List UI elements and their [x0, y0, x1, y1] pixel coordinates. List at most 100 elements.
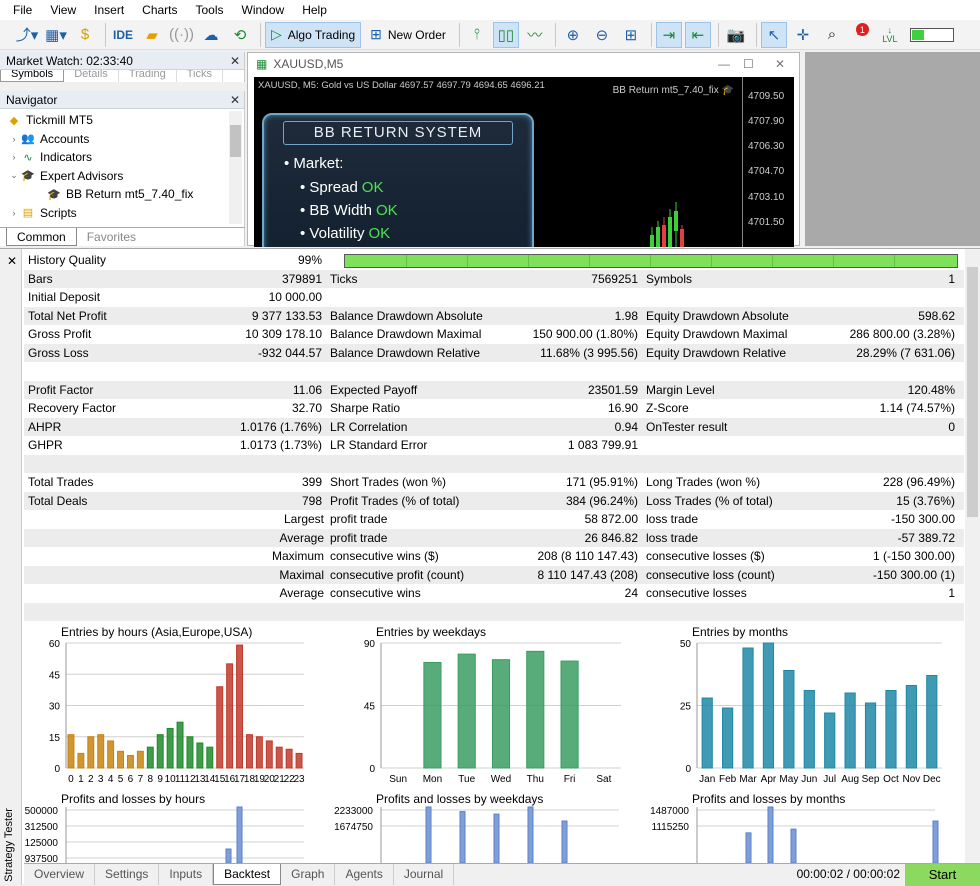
chevron-down-icon[interactable]: ⌄ — [8, 170, 20, 181]
market-icon[interactable]: $ — [72, 22, 98, 48]
menu-view[interactable]: View — [41, 0, 85, 20]
tab-details[interactable]: Details — [64, 70, 119, 82]
screenshot-icon[interactable]: 📷 — [723, 22, 749, 48]
navigator-scrollbar[interactable] — [229, 111, 242, 224]
y-tick-label: 50 — [680, 639, 692, 650]
tab-graph[interactable]: Graph — [281, 864, 336, 885]
report-label: Balance Drawdown Maximal — [330, 327, 482, 341]
x-tick-label: 9 — [157, 774, 163, 785]
nav-tickmill[interactable]: ◆ Tickmill MT5 — [0, 111, 244, 130]
y-tick-label: 0 — [369, 764, 375, 775]
vps-cloud-icon[interactable]: ☁ — [198, 22, 224, 48]
report-value: 150 900.00 (1.80%) — [532, 327, 638, 341]
chart-bar — [722, 707, 734, 769]
shop-bag-icon[interactable]: ▰ — [139, 22, 165, 48]
report-cell: Profit Factor 11.06 — [24, 381, 326, 400]
report-row: History Quality 99% — [24, 251, 964, 270]
close-icon[interactable]: ✕ — [7, 254, 17, 268]
report-cell: Gross Profit 10 309 178.10 — [24, 325, 326, 344]
strategy-tester-icon[interactable]: ⟲ — [227, 22, 253, 48]
cursor-icon[interactable]: ↖ — [760, 21, 787, 48]
maximize-icon[interactable]: ☐ — [743, 57, 754, 71]
line-chart-icon[interactable]: 〰 — [522, 22, 548, 48]
report-cell: LR Standard Error 1 083 799.91 — [326, 436, 642, 455]
report-row: Average profit trade 26 846.82 loss trade -5… — [24, 528, 964, 548]
report-cell: Short Trades (won %) 171 (95.91%) — [326, 473, 642, 492]
tab-settings[interactable]: Settings — [95, 864, 160, 885]
chart-bar — [275, 746, 283, 769]
tab-overview[interactable]: Overview — [24, 864, 96, 885]
chart-bar — [926, 675, 938, 769]
signals-icon[interactable]: ((·)) — [168, 22, 195, 48]
chart-shift-icon[interactable]: ⇤ — [684, 21, 711, 48]
new-order-button[interactable]: ⊞ New Order — [364, 22, 452, 48]
menu-file[interactable]: File — [0, 0, 41, 20]
chevron-right-icon[interactable]: › — [8, 152, 20, 162]
close-icon[interactable]: ✕ — [230, 91, 240, 109]
tab-common[interactable]: Common — [6, 228, 77, 246]
report-cell: loss trade -57 389.72 — [642, 529, 959, 548]
tab-agents[interactable]: Agents — [335, 864, 394, 885]
nav-ea-bb-return[interactable]: 🎓 BB Return mt5_7.40_fix — [0, 185, 244, 204]
chart-bar — [932, 820, 939, 863]
chart-bar — [265, 740, 273, 769]
chart-bar — [107, 740, 115, 769]
menu-insert[interactable]: Insert — [85, 0, 133, 20]
candlestick-icon[interactable]: ▯▯ — [492, 21, 519, 48]
tab-journal[interactable]: Journal — [394, 864, 455, 885]
menu-tools[interactable]: Tools — [187, 0, 233, 20]
close-icon[interactable]: ✕ — [775, 57, 785, 71]
chart-bar — [236, 806, 243, 863]
templates-icon[interactable]: ▦▾ — [43, 22, 69, 48]
chart-bar — [136, 750, 144, 769]
ide-icon[interactable]: IDE — [110, 22, 136, 48]
chevron-right-icon[interactable]: › — [8, 208, 20, 218]
close-icon[interactable]: ✕ — [230, 52, 240, 70]
zoom-in-icon[interactable]: ⊕ — [560, 22, 586, 48]
report-cell: Symbols 1 — [642, 270, 959, 289]
toolbar: ⤴▾ ▦▾ $ IDE ▰ ((·)) ☁ ⟲ ▷ Algo Trading ⊞ N… — [0, 20, 980, 50]
report-scrollbar[interactable] — [965, 249, 980, 865]
notification-icon[interactable]: ◔1 — [848, 22, 874, 48]
y-tick-label: 125000 — [25, 838, 59, 849]
crosshair-icon[interactable]: ✛ — [790, 22, 816, 48]
zoom-out-icon[interactable]: ⊖ — [589, 22, 615, 48]
report-row: Total Net Profit 9 377 133.53 Balance Draw… — [24, 306, 964, 325]
search-icon[interactable]: ⌕ — [819, 22, 845, 48]
algo-trading-button[interactable]: ▷ Algo Trading — [264, 21, 362, 48]
bb-market-label: • Market: — [284, 155, 344, 172]
y-tick-label: 45 — [49, 670, 61, 681]
report-row: Gross Profit 10 309 178.10 Balance Drawdow… — [24, 325, 964, 344]
menu-window[interactable]: Window — [233, 0, 294, 20]
nav-indicators[interactable]: › ∿ Indicators — [0, 148, 244, 167]
nav-scripts[interactable]: › ▤ Scripts — [0, 204, 244, 223]
tab-inputs[interactable]: Inputs — [159, 864, 214, 885]
menu-charts[interactable]: Charts — [133, 0, 186, 20]
price-chart[interactable]: XAUUSD, M5: Gold vs US Dollar 4697.57 46… — [254, 77, 794, 247]
minimize-icon[interactable]: — — [718, 57, 730, 71]
chart-bar — [790, 828, 797, 863]
report-row-label: Largest — [283, 512, 324, 526]
chevron-right-icon[interactable]: › — [8, 134, 20, 144]
tile-windows-icon[interactable]: ⊞ — [618, 22, 644, 48]
nav-expert-advisors[interactable]: ⌄ 🎓 Expert Advisors — [0, 167, 244, 186]
tab-trading[interactable]: Trading — [119, 70, 177, 82]
auto-scroll-icon[interactable]: ⇥ — [655, 21, 682, 48]
tab-symbols[interactable]: Symbols — [0, 70, 65, 82]
market-watch-title: Market Watch: 02:33:40 ✕ — [0, 52, 244, 70]
start-button[interactable]: Start — [905, 864, 980, 886]
report-cell — [326, 288, 642, 307]
bar-chart-icon[interactable]: ⫯ — [464, 22, 490, 48]
level-icon[interactable]: ↓ LVL — [877, 22, 903, 48]
report-cell — [326, 455, 642, 474]
x-tick-label: Mon — [423, 774, 442, 785]
chart-bar — [783, 670, 795, 769]
chart-type-icon[interactable]: ⤴▾ — [14, 22, 40, 48]
tab-favorites[interactable]: Favorites — [77, 228, 146, 246]
report-cell: consecutive wins ($) 208 (8 110 147.43) — [326, 547, 642, 566]
nav-accounts[interactable]: › 👥 Accounts — [0, 130, 244, 149]
menu-help[interactable]: Help — [293, 0, 336, 20]
tab-ticks[interactable]: Ticks — [177, 70, 223, 82]
report-cell: consecutive losses ($) 1 (-150 300.00) — [642, 547, 959, 566]
tab-backtest[interactable]: Backtest — [213, 864, 282, 885]
